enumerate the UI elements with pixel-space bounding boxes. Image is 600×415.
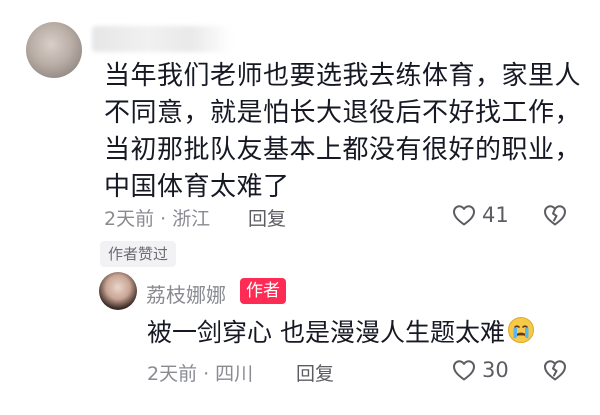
comment-time: 2天前 — [104, 208, 155, 230]
reply-text: 被一剑穿心 也是漫漫人生题太难 — [147, 313, 535, 349]
broken-heart-icon[interactable] — [543, 204, 567, 226]
comment-line: 当初那批队友基本上都没有很好的职业， — [104, 135, 582, 165]
meta-separator: · — [203, 363, 210, 385]
reply-reply-button[interactable]: 回复 — [296, 359, 334, 386]
reply-avatar[interactable] — [99, 272, 137, 310]
heart-icon — [453, 360, 475, 381]
comment-line: 当年我们老师也要选我去练体育，家里人 — [104, 61, 582, 91]
comment-text: 当年我们老师也要选我去练体育，家里人 不同意，就是怕长大退役后不好找工作， 当初… — [104, 58, 582, 206]
reply-text-content: 被一剑穿心 也是漫漫人生题太难 — [147, 318, 505, 347]
commenter-name-blurred — [92, 26, 232, 52]
author-liked-badge: 作者赞过 — [100, 241, 177, 267]
commenter-avatar[interactable] — [26, 22, 82, 78]
comment-line: 不同意，就是怕长大退役后不好找工作， — [104, 98, 582, 128]
reply-meta: 2天前 · 四川 — [147, 359, 253, 386]
crying-face-icon — [507, 317, 534, 343]
reply-username[interactable]: 荔枝娜娜 — [146, 279, 226, 308]
author-badge: 作者 — [240, 278, 286, 304]
broken-heart-icon[interactable] — [543, 359, 567, 381]
reply-time: 2天前 — [147, 363, 198, 385]
meta-separator: · — [160, 208, 167, 230]
reply-location: 四川 — [215, 363, 254, 385]
comment-line: 中国体育太难了 — [104, 172, 290, 202]
reply-like-button[interactable]: 30 — [452, 358, 509, 382]
comment-reply-button[interactable]: 回复 — [248, 204, 286, 231]
comment-like-button[interactable]: 41 — [452, 203, 509, 227]
comment-location: 浙江 — [172, 208, 211, 230]
heart-icon — [453, 205, 475, 226]
comment-like-count: 41 — [482, 203, 509, 227]
reply-like-count: 30 — [482, 358, 509, 382]
comment-meta: 2天前 · 浙江 — [104, 204, 210, 231]
